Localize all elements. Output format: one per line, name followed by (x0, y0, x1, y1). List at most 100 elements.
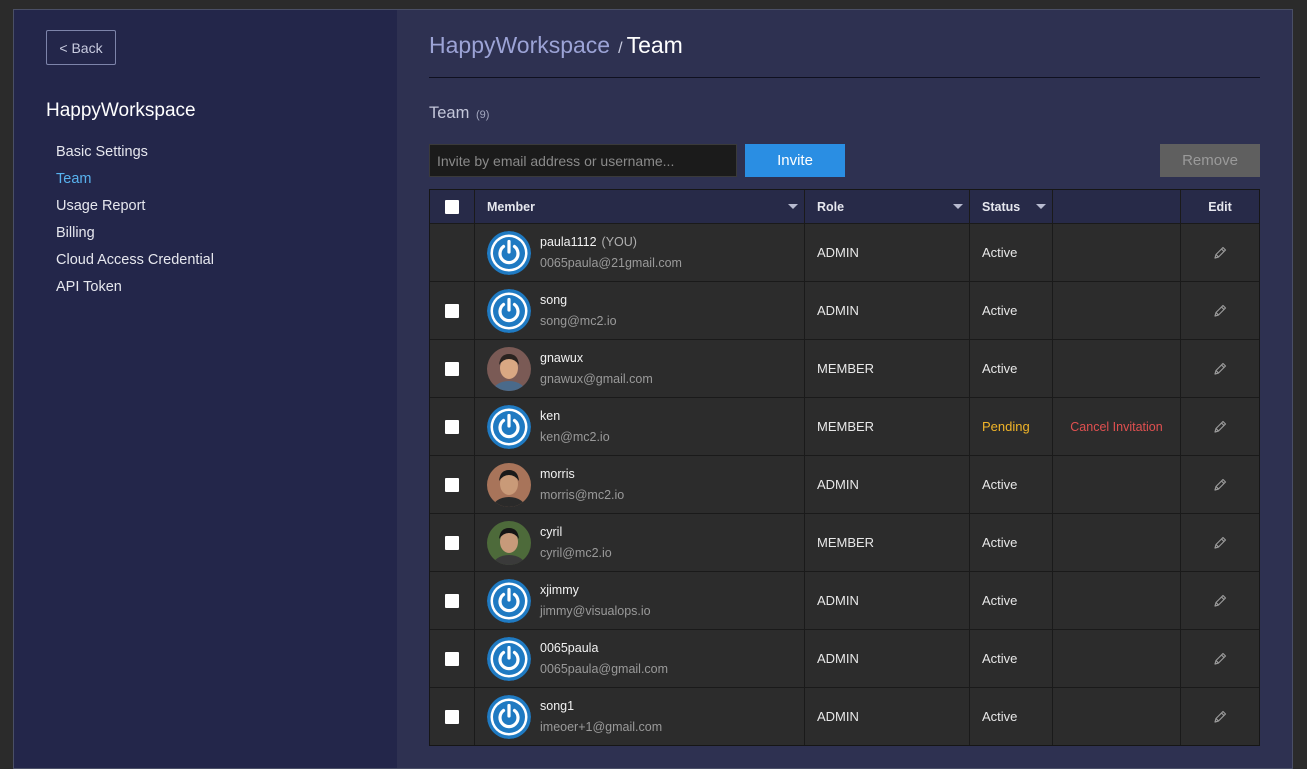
row-checkbox[interactable] (445, 303, 459, 318)
status-badge: Active (982, 361, 1018, 376)
header-edit-label: Edit (1208, 199, 1232, 214)
remove-button[interactable]: Remove (1160, 144, 1260, 177)
avatar (487, 288, 531, 333)
member-cell: xjimmy jimmy@visualops.io (475, 572, 805, 629)
cancel-invitation-link[interactable]: Cancel Invitation (1070, 420, 1162, 434)
action-cell (1053, 688, 1181, 745)
row-checkbox[interactable] (445, 651, 459, 666)
table-body: paula1112 (YOU) 0065paula@21gmail.com ADMIN… (430, 223, 1259, 745)
you-tag: (YOU) (601, 235, 637, 249)
row-checkbox[interactable] (445, 419, 459, 434)
member-email: song@mc2.io (540, 314, 617, 328)
member-role: MEMBER (817, 535, 875, 550)
header-edit: Edit (1181, 190, 1259, 223)
member-role: ADMIN (817, 593, 859, 608)
role-cell: ADMIN (805, 688, 970, 745)
header-status[interactable]: Status (970, 190, 1053, 223)
edit-cell (1181, 340, 1259, 397)
nav-item-billing[interactable]: Billing (56, 224, 214, 251)
header-member[interactable]: Member (475, 190, 805, 223)
members-table: Member Role Status Edit paula1112 (YOU) 00… (429, 189, 1260, 746)
row-check-cell (430, 340, 475, 397)
status-badge: Active (982, 477, 1018, 492)
pencil-edit-icon[interactable] (1212, 651, 1228, 667)
member-name: 0065paula (540, 641, 599, 655)
table-row: ken ken@mc2.io MEMBER Pending Cancel Invitat… (430, 397, 1259, 455)
status-badge: Active (982, 709, 1018, 724)
avatar (487, 462, 531, 507)
row-check-cell (430, 572, 475, 629)
invite-button[interactable]: Invite (745, 144, 845, 177)
action-cell (1053, 224, 1181, 281)
nav-item-team[interactable]: Team (56, 170, 214, 197)
avatar (487, 636, 531, 681)
pencil-edit-icon[interactable] (1212, 245, 1228, 261)
member-name: song (540, 293, 568, 307)
pencil-edit-icon[interactable] (1212, 303, 1228, 319)
row-check-cell (430, 282, 475, 339)
pencil-edit-icon[interactable] (1212, 593, 1228, 609)
edit-cell (1181, 572, 1259, 629)
member-email: gnawux@gmail.com (540, 372, 653, 386)
member-info: cyril cyril@mc2.io (540, 525, 612, 560)
edit-cell (1181, 630, 1259, 687)
main-panel: HappyWorkspace / Team Team (9) Invite Re… (397, 10, 1292, 768)
row-checkbox[interactable] (445, 477, 459, 492)
nav-item-api-token[interactable]: API Token (56, 278, 214, 305)
status-badge: Active (982, 651, 1018, 666)
avatar (487, 578, 531, 623)
member-name: xjimmy (540, 583, 579, 597)
breadcrumb-separator: / (618, 40, 623, 57)
back-button[interactable]: < Back (46, 30, 116, 65)
row-check-cell (430, 224, 475, 281)
member-name-line: song1 (540, 699, 662, 713)
row-checkbox[interactable] (445, 361, 459, 376)
member-cell: ken ken@mc2.io (475, 398, 805, 455)
role-sort-caret-icon[interactable] (953, 204, 963, 209)
member-name-line: 0065paula (540, 641, 668, 655)
header-role[interactable]: Role (805, 190, 970, 223)
table-header: Member Role Status Edit (430, 190, 1259, 223)
member-count: (9) (475, 109, 490, 121)
member-name-line: ken (540, 409, 610, 423)
member-info: paula1112 (YOU) 0065paula@21gmail.com (540, 235, 682, 270)
nav-item-usage-report[interactable]: Usage Report (56, 197, 214, 224)
member-email: 0065paula@21gmail.com (540, 256, 682, 270)
member-sort-caret-icon[interactable] (788, 204, 798, 209)
member-name: cyril (540, 525, 563, 539)
invite-input[interactable] (429, 144, 737, 177)
member-name: gnawux (540, 351, 584, 365)
row-checkbox[interactable] (445, 709, 459, 724)
table-row: xjimmy jimmy@visualops.io ADMIN Active (430, 571, 1259, 629)
pencil-edit-icon[interactable] (1212, 419, 1228, 435)
role-cell: ADMIN (805, 630, 970, 687)
status-badge: Active (982, 535, 1018, 550)
member-info: gnawux gnawux@gmail.com (540, 351, 653, 386)
table-row: paula1112 (YOU) 0065paula@21gmail.com ADMIN… (430, 223, 1259, 281)
member-email: 0065paula@gmail.com (540, 662, 669, 676)
action-cell (1053, 456, 1181, 513)
row-checkbox[interactable] (445, 535, 459, 550)
pencil-edit-icon[interactable] (1212, 477, 1228, 493)
header-action (1053, 190, 1181, 223)
pencil-edit-icon[interactable] (1212, 535, 1228, 551)
nav-item-cloud-access-credential[interactable]: Cloud Access Credential (56, 251, 214, 278)
member-email: ken@mc2.io (540, 430, 610, 444)
breadcrumb: HappyWorkspace / Team (429, 32, 683, 59)
breadcrumb-workspace[interactable]: HappyWorkspace (429, 32, 610, 59)
pencil-edit-icon[interactable] (1212, 709, 1228, 725)
header-divider (429, 77, 1260, 78)
select-all-checkbox[interactable] (445, 199, 459, 214)
action-cell (1053, 340, 1181, 397)
avatar (487, 694, 531, 739)
nav-item-basic-settings[interactable]: Basic Settings (56, 143, 214, 170)
workspace-title: HappyWorkspace (46, 100, 196, 121)
status-sort-caret-icon[interactable] (1036, 204, 1046, 209)
status-badge: Active (982, 303, 1018, 318)
row-checkbox[interactable] (445, 593, 459, 608)
section-title: Team (9) (429, 104, 489, 123)
edit-cell (1181, 688, 1259, 745)
pencil-edit-icon[interactable] (1212, 361, 1228, 377)
avatar (487, 404, 531, 449)
edit-cell (1181, 398, 1259, 455)
